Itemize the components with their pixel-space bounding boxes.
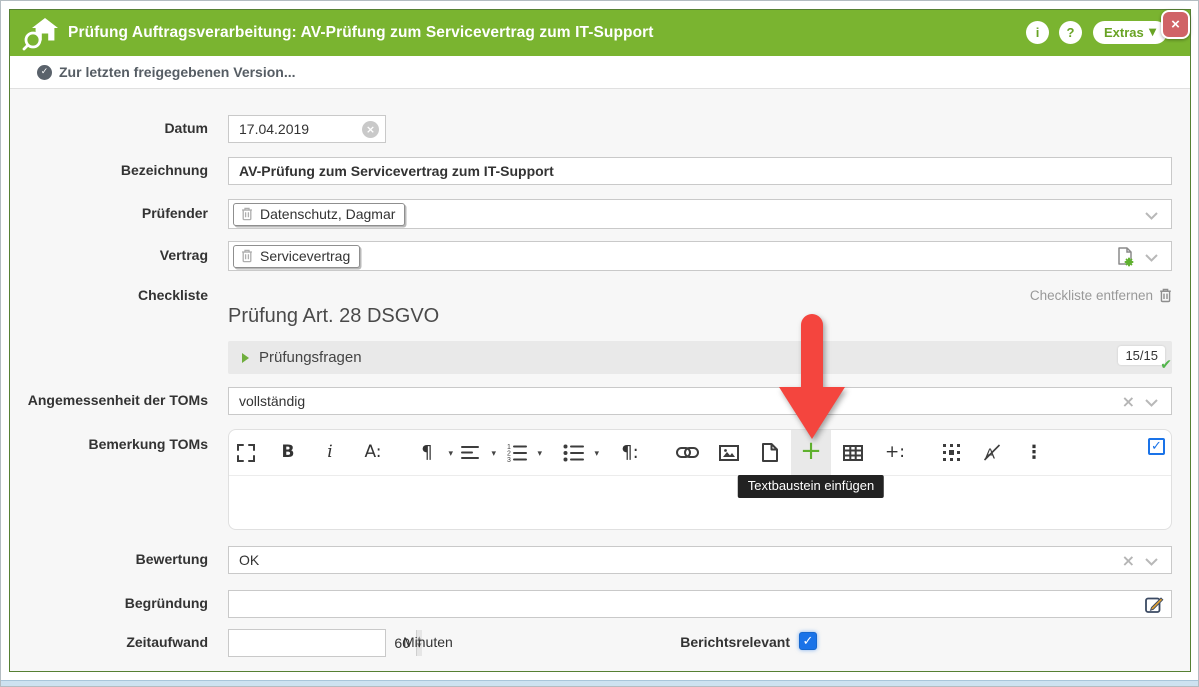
help-button[interactable]: ?	[1059, 21, 1082, 44]
audit-house-logo-icon	[22, 16, 62, 52]
more-options-icon[interactable]: ⋮	[1014, 430, 1054, 475]
berichtsrelevant-checkbox[interactable]: ✓	[799, 632, 817, 650]
image-icon[interactable]	[709, 430, 749, 475]
extras-button[interactable]: Extras ▼	[1093, 21, 1167, 44]
check-icon: ✔	[1160, 357, 1172, 373]
angemessenheit-value: vollständig	[239, 393, 305, 409]
pruefender-chip[interactable]: Datenschutz, Dagmar	[233, 203, 405, 226]
link-icon[interactable]	[667, 430, 707, 475]
pruefungsfragen-label: Prüfungsfragen	[259, 349, 362, 366]
close-button[interactable]: ×	[1161, 10, 1190, 39]
check-circle-icon: ✓	[37, 65, 52, 80]
bezeichnung-label: Bezeichnung	[20, 162, 208, 178]
pruefender-chip-label: Datenschutz, Dagmar	[260, 206, 395, 222]
editor-content-area[interactable]	[229, 476, 1171, 529]
dialog-title: Prüfung Auftragsverarbeitung: AV-Prüfung…	[68, 10, 654, 56]
pointer-arrow	[777, 313, 847, 441]
bewertung-select[interactable]: OK ×	[228, 546, 1172, 574]
last-released-version-link[interactable]: ✓ Zur letzten freigegebenen Version...	[37, 64, 296, 80]
checkliste-label: Checkliste	[20, 287, 208, 303]
rich-text-editor[interactable]: BiA:¶▾▾123▾▾¶:++:A⋮ ✓	[228, 429, 1172, 530]
paragraph-options-icon[interactable]: ¶:	[610, 430, 650, 475]
bemerkung-label: Bemerkung TOMs	[20, 436, 208, 452]
berichtsrelevant-label: Berichtsrelevant	[570, 634, 790, 650]
ordered-list-icon[interactable]: 123▾	[496, 430, 536, 475]
pruefungsfragen-accordion[interactable]: Prüfungsfragen 15/15 ✔	[228, 341, 1172, 374]
trash-icon[interactable]	[241, 249, 253, 263]
extras-label: Extras	[1104, 25, 1144, 40]
zeitaufwand-field: ▴ ▾	[228, 629, 386, 657]
cell-selection-icon[interactable]	[931, 430, 971, 475]
zeitaufwand-input[interactable]	[229, 630, 416, 656]
application-window: Prüfung Auftragsverarbeitung: AV-Prüfung…	[0, 0, 1199, 687]
checkliste-remove-label: Checkliste entfernen	[1030, 288, 1153, 303]
checkliste-remove-link[interactable]: Checkliste entfernen	[228, 288, 1172, 303]
clear-x-icon[interactable]: ×	[1122, 392, 1135, 411]
vertrag-select[interactable]: Servicevertrag	[228, 241, 1172, 271]
insert-table-options-icon[interactable]: +:	[875, 430, 915, 475]
unordered-list-icon[interactable]: ▾	[553, 430, 593, 475]
textbaustein-tooltip: Textbaustein einfügen	[738, 475, 884, 498]
angemessenheit-label: Angemessenheit der TOMs	[20, 392, 208, 408]
bezeichnung-input[interactable]	[228, 157, 1172, 185]
new-document-icon[interactable]	[1115, 247, 1135, 267]
italic-icon[interactable]: i	[310, 430, 350, 475]
chevron-down-icon[interactable]	[1145, 254, 1158, 262]
table-icon[interactable]	[833, 430, 873, 475]
editor-toolbar: BiA:¶▾▾123▾▾¶:++:A⋮	[229, 430, 1171, 476]
font-settings-icon[interactable]: A:	[353, 430, 393, 475]
bewertung-label: Bewertung	[20, 551, 208, 567]
bold-icon[interactable]: B	[268, 430, 308, 475]
trash-icon[interactable]	[241, 207, 253, 221]
svg-text:3: 3	[507, 457, 511, 462]
checkliste-title: Prüfung Art. 28 DSGVO	[228, 305, 439, 328]
info-button[interactable]: i	[1026, 21, 1049, 44]
fullscreen-icon[interactable]	[226, 430, 266, 475]
clear-formatting-icon[interactable]: A	[972, 430, 1012, 475]
expand-triangle-icon	[242, 353, 249, 363]
document-icon[interactable]	[750, 430, 790, 475]
edit-icon[interactable]	[1145, 595, 1164, 614]
pruefender-select[interactable]: Datenschutz, Dagmar	[228, 199, 1172, 229]
pruefender-label: Prüfender	[20, 205, 208, 221]
begruendung-field[interactable]	[228, 590, 1172, 618]
progress-value: 15/15	[1125, 348, 1158, 363]
datum-label: Datum	[20, 120, 208, 136]
clear-x-icon[interactable]: ×	[1122, 551, 1135, 570]
progress-badge: 15/15 ✔	[1118, 346, 1165, 365]
bewertung-value: OK	[239, 552, 259, 568]
chevron-down-icon[interactable]	[1145, 212, 1158, 220]
check-icon: ✓	[803, 634, 814, 649]
dialog-subheader: ✓ Zur letzten freigegebenen Version...	[10, 56, 1190, 89]
page-background-strip	[1, 680, 1198, 686]
insert-textblock-icon[interactable]: +	[791, 430, 831, 475]
chevron-down-icon[interactable]	[1145, 399, 1158, 407]
editor-toggle-checkbox[interactable]: ✓	[1148, 438, 1165, 455]
datum-clear-icon[interactable]: ×	[362, 121, 379, 138]
check-icon: ✓	[1151, 439, 1162, 454]
version-link-label: Zur letzten freigegebenen Version...	[59, 64, 296, 80]
angemessenheit-select[interactable]: vollständig ×	[228, 387, 1172, 415]
zeitaufwand-unit: Minuten	[403, 634, 453, 650]
trash-icon[interactable]	[1159, 288, 1172, 303]
paragraph-format-icon[interactable]: ¶▾	[407, 430, 447, 475]
vertrag-label: Vertrag	[20, 247, 208, 263]
vertrag-chip-label: Servicevertrag	[260, 248, 350, 264]
chevron-down-icon: ▼	[1149, 28, 1157, 38]
begruendung-label: Begründung	[20, 595, 208, 611]
zeitaufwand-label: Zeitaufwand	[20, 634, 208, 650]
vertrag-chip[interactable]: Servicevertrag	[233, 245, 360, 268]
align-icon[interactable]: ▾	[450, 430, 490, 475]
dialog-header: Prüfung Auftragsverarbeitung: AV-Prüfung…	[10, 10, 1190, 56]
chevron-down-icon[interactable]	[1145, 558, 1158, 566]
pruefung-dialog: Prüfung Auftragsverarbeitung: AV-Prüfung…	[9, 9, 1191, 672]
